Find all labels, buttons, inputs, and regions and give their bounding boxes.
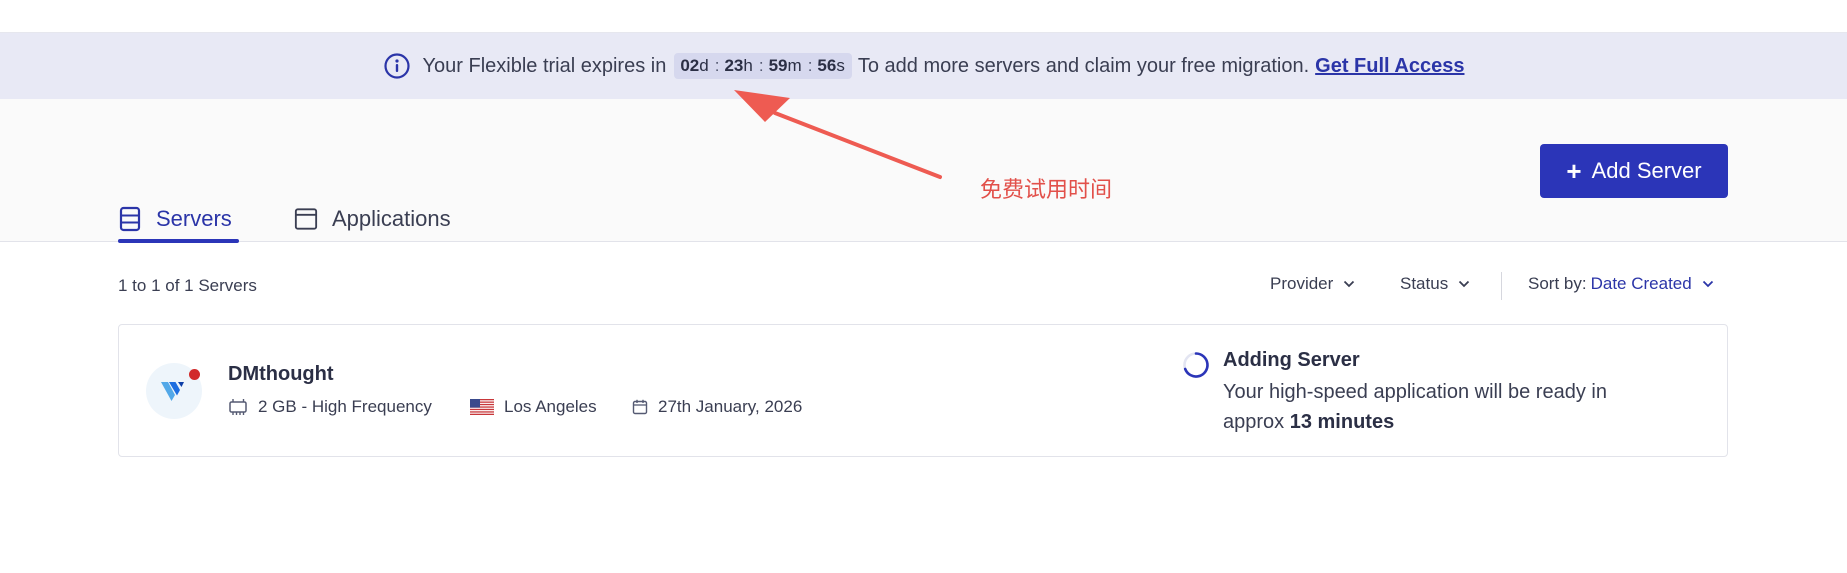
get-full-access-link[interactable]: Get Full Access — [1315, 55, 1464, 78]
status-desc-text: Your high-speed application will be read… — [1223, 381, 1607, 433]
active-tab-indicator — [118, 239, 239, 243]
tab-applications[interactable]: Applications — [294, 196, 451, 242]
trial-message: To add more servers and claim your free … — [857, 54, 1310, 77]
server-plan-label: 2 GB - High Frequency — [258, 397, 432, 416]
sort-prefix: Sort by: — [1528, 274, 1587, 293]
server-location-label: Los Angeles — [504, 397, 597, 416]
chevron-down-icon — [1702, 280, 1714, 288]
plus-icon: + — [1566, 156, 1582, 186]
filter-divider — [1501, 272, 1502, 300]
server-status-dot — [189, 369, 200, 380]
countdown-separator: : — [807, 56, 813, 75]
server-status-title: Adding Server — [1223, 349, 1360, 371]
window-icon — [294, 206, 318, 232]
countdown-minutes-unit: m — [787, 56, 802, 75]
info-icon — [383, 52, 411, 80]
server-status-description: Your high-speed application will be read… — [1223, 377, 1663, 437]
server-count: 1 to 1 of 1 Servers — [118, 276, 257, 295]
server-location: Los Angeles — [470, 397, 597, 417]
loading-spinner-icon — [1183, 352, 1209, 378]
countdown-seconds-unit: s — [836, 56, 845, 75]
tab-servers[interactable]: Servers — [118, 196, 239, 243]
server-created-label: 27th January, 2026 — [658, 397, 803, 416]
countdown-seconds: 56 — [817, 56, 837, 75]
tab-servers-label: Servers — [156, 206, 232, 231]
trial-countdown: 02 d : 23 h : 59 m : 56 s — [674, 53, 852, 79]
trial-prefix: Your Flexible trial expires in — [422, 54, 667, 77]
add-server-label: Add Server — [1591, 158, 1702, 183]
memory-chip-icon — [228, 399, 248, 415]
countdown-minutes: 59 — [768, 56, 788, 75]
provider-filter-label: Provider — [1270, 274, 1334, 293]
server-card[interactable]: DMthought 2 GB - High Frequency Los Ange… — [118, 324, 1728, 457]
countdown-days: 02 — [680, 56, 700, 75]
server-name[interactable]: DMthought — [228, 363, 334, 386]
countdown-hours: 23 — [724, 56, 744, 75]
server-plan: 2 GB - High Frequency — [228, 397, 432, 417]
server-created-date: 27th January, 2026 — [632, 397, 802, 417]
top-strip — [0, 0, 1847, 33]
chevron-down-icon — [1343, 280, 1355, 288]
us-flag-icon — [470, 399, 494, 415]
tab-applications-label: Applications — [332, 206, 451, 231]
add-server-button[interactable]: + Add Server — [1540, 144, 1728, 198]
calendar-icon — [632, 399, 648, 415]
provider-filter[interactable]: Provider — [1270, 274, 1355, 294]
chevron-down-icon — [1458, 280, 1470, 288]
countdown-hours-unit: h — [743, 56, 753, 75]
trial-banner: Your Flexible trial expires in 02 d : 23 h… — [0, 33, 1847, 99]
countdown-separator: : — [758, 56, 764, 75]
status-eta: 13 minutes — [1289, 411, 1395, 433]
server-icon — [118, 206, 142, 232]
annotation-label: 免费试用时间 — [980, 178, 1113, 203]
sort-dropdown[interactable]: Sort by: Date Created — [1528, 274, 1714, 294]
countdown-separator: : — [714, 56, 720, 75]
status-filter-label: Status — [1400, 274, 1449, 293]
status-filter[interactable]: Status — [1400, 274, 1470, 294]
sort-value: Date Created — [1590, 274, 1692, 293]
vultr-logo — [146, 363, 202, 419]
countdown-days-unit: d — [699, 56, 709, 75]
